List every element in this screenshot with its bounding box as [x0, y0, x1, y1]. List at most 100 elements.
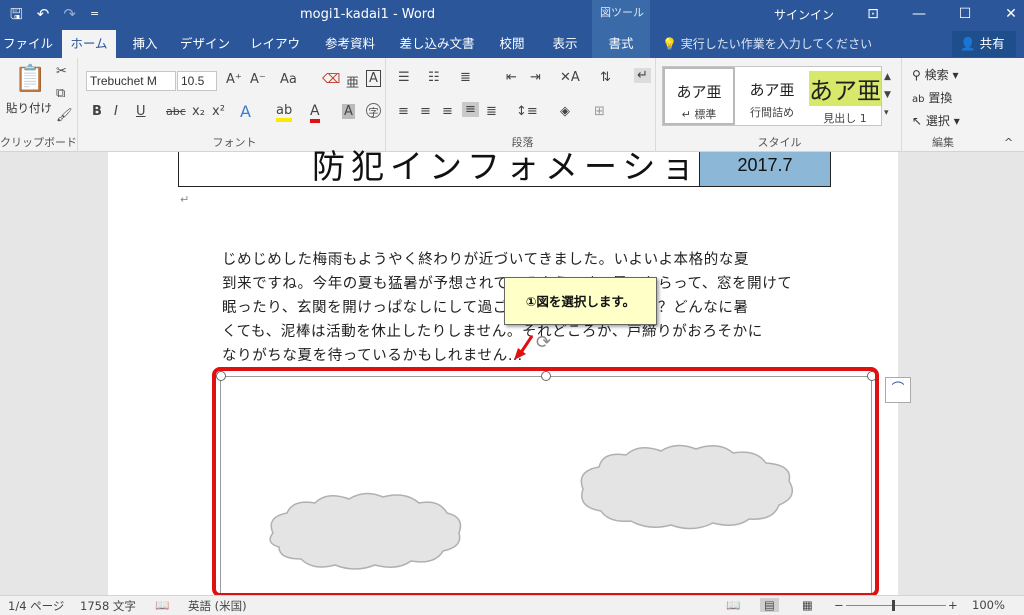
- zoom-slider-thumb[interactable]: [892, 600, 895, 611]
- tab-format[interactable]: 書式: [592, 30, 650, 58]
- read-mode-icon[interactable]: 📖: [726, 598, 740, 612]
- paste-label[interactable]: 貼り付け: [6, 100, 52, 116]
- zoom-in-icon[interactable]: +: [948, 598, 958, 612]
- minimize-icon[interactable]: —: [896, 3, 942, 25]
- collapse-ribbon-icon[interactable]: ^: [1004, 136, 1013, 149]
- character-border-icon[interactable]: A: [366, 70, 381, 87]
- align-center-icon[interactable]: ≡: [420, 104, 431, 119]
- decrease-indent-icon[interactable]: ⇤: [506, 70, 517, 85]
- find-button[interactable]: ⚲ 検索 ▾: [912, 66, 958, 83]
- bold-icon[interactable]: B: [92, 104, 102, 119]
- zoom-slider[interactable]: [846, 605, 946, 606]
- font-name-combo[interactable]: Trebuchet M: [86, 71, 176, 91]
- shrink-font-icon[interactable]: A⁻: [250, 72, 266, 87]
- language-indicator[interactable]: 英語 (米国): [188, 598, 247, 614]
- show-paragraph-marks-icon[interactable]: ↵: [634, 68, 651, 83]
- copy-icon[interactable]: ⧉: [56, 86, 65, 101]
- editing-group: ⚲ 検索 ▾ ab 置換 ↖ 選択 ▾ 編集: [904, 58, 982, 152]
- tab-home[interactable]: ホーム: [62, 30, 116, 58]
- font-size-combo[interactable]: 10.5: [177, 71, 217, 91]
- styles-group: あア亜 ↵ 標準 あア亜 行間詰め あア亜 見出し 1 ▲ ▼ ▾ スタイル: [658, 58, 902, 152]
- tab-references[interactable]: 参考資料: [318, 30, 382, 58]
- numbering-icon[interactable]: ☷: [428, 70, 440, 85]
- status-bar: 1/4 ページ 1758 文字 📖 英語 (米国) 📖 ▤ ▦ − + 100%: [0, 595, 1024, 615]
- tab-layout[interactable]: レイアウト: [244, 30, 306, 79]
- share-button[interactable]: 👤 共有: [952, 31, 1016, 57]
- align-right-icon[interactable]: ≡: [442, 104, 453, 119]
- superscript-icon[interactable]: x²: [212, 104, 225, 119]
- justify-icon[interactable]: ≡: [462, 102, 479, 117]
- strikethrough-icon[interactable]: abc: [166, 105, 186, 118]
- subscript-icon[interactable]: x₂: [192, 104, 205, 119]
- tab-design[interactable]: デザイン: [176, 30, 234, 58]
- maximize-icon[interactable]: ☐: [942, 3, 988, 25]
- print-layout-icon[interactable]: ▤: [760, 598, 779, 612]
- signin-link[interactable]: サインイン: [774, 6, 834, 23]
- tab-file[interactable]: ファイル: [0, 30, 56, 58]
- proofing-icon[interactable]: 📖: [155, 598, 169, 612]
- date-cell: 2017.7: [699, 152, 831, 187]
- borders-icon[interactable]: ⊞: [594, 104, 605, 119]
- format-painter-icon[interactable]: 🖌: [56, 108, 73, 123]
- select-button[interactable]: ↖ 選択 ▾: [912, 112, 960, 129]
- change-case-icon[interactable]: Aa: [280, 72, 297, 87]
- style-no-spacing[interactable]: あア亜 行間詰め: [736, 67, 808, 125]
- replace-button[interactable]: ab 置換: [912, 89, 952, 106]
- grow-font-icon[interactable]: A⁺: [226, 72, 242, 87]
- title-bar: 🖫 ↶ ↷ = mogi1-kadai1 - Word 図ツール サインイン ⊡…: [0, 0, 1024, 30]
- web-layout-icon[interactable]: ▦: [802, 598, 813, 612]
- enclose-characters-icon[interactable]: 字: [366, 103, 381, 119]
- zoom-out-icon[interactable]: −: [834, 598, 844, 612]
- ribbon-display-options-icon[interactable]: ⊡: [850, 3, 896, 25]
- picture-tools-context-label: 図ツール: [592, 0, 650, 30]
- bullets-icon[interactable]: ☰: [398, 70, 410, 85]
- character-shading-icon[interactable]: A: [342, 104, 355, 119]
- tell-me-search[interactable]: 💡 実行したい作業を入力してください: [662, 30, 872, 58]
- word-count[interactable]: 1758 文字: [80, 598, 136, 614]
- tab-review[interactable]: 校閲: [492, 30, 532, 58]
- shading-icon[interactable]: ◈: [560, 104, 570, 119]
- tab-mailings[interactable]: 差し込み文書: [394, 30, 480, 58]
- editing-group-label: 編集: [932, 136, 954, 149]
- align-left-icon[interactable]: ≡: [398, 104, 409, 119]
- styles-scroll-icon[interactable]: ▲ ▼ ▾: [884, 68, 891, 122]
- sort-icon[interactable]: ⇅: [600, 70, 611, 85]
- undo-icon[interactable]: ↶: [37, 4, 50, 24]
- layout-options-icon[interactable]: ⌒: [885, 377, 911, 403]
- distributed-icon[interactable]: ≣: [486, 104, 497, 119]
- window-title: mogi1-kadai1 - Word: [300, 7, 436, 22]
- text-effects-icon[interactable]: A: [240, 102, 251, 121]
- customize-qat-icon[interactable]: =: [90, 4, 99, 24]
- paragraph-group: ☰ ☷ ≣ ⇤ ⇥ ✕A ⇅ ↵ ≡ ≡ ≡ ≡ ≣ ↕≡ ◈ ⊞ 段落: [390, 58, 656, 152]
- phonetic-guide-icon[interactable]: 亜: [346, 72, 359, 91]
- instruction-callout: ①図を選択します。: [504, 277, 657, 325]
- close-icon[interactable]: ✕: [988, 3, 1024, 25]
- tell-me-placeholder: 実行したい作業を入力してください: [680, 37, 873, 51]
- zoom-level[interactable]: 100%: [972, 598, 1005, 612]
- paste-icon[interactable]: 📋: [14, 64, 46, 94]
- clear-formatting-icon[interactable]: ⌫: [322, 72, 340, 87]
- increase-indent-icon[interactable]: ⇥: [530, 70, 541, 85]
- red-arrow-icon: [514, 335, 534, 360]
- highlight-icon[interactable]: ab: [276, 103, 293, 122]
- style-heading1[interactable]: あア亜 見出し 1: [809, 67, 881, 125]
- body-line: じめじめした梅雨もようやく終わりが近づいてきました。いよいよ本格的な夏: [222, 252, 750, 268]
- asian-layout-icon[interactable]: ✕A: [560, 70, 580, 85]
- clipboard-group-label: クリップボード: [0, 136, 77, 149]
- save-icon[interactable]: 🖫: [10, 4, 23, 24]
- page-count[interactable]: 1/4 ページ: [8, 598, 64, 614]
- paragraph-mark-icon: ↵: [180, 193, 190, 206]
- redo-icon[interactable]: ↷: [63, 4, 76, 24]
- italic-icon[interactable]: I: [114, 104, 118, 119]
- style-normal[interactable]: あア亜 ↵ 標準: [663, 67, 735, 125]
- find-label: 検索: [924, 68, 949, 82]
- cut-icon[interactable]: ✂: [56, 64, 67, 79]
- font-color-icon[interactable]: A: [310, 103, 320, 123]
- pointer-icon: ↖: [912, 114, 923, 128]
- tab-insert[interactable]: 挿入: [124, 30, 166, 58]
- line-spacing-icon[interactable]: ↕≡: [516, 104, 538, 119]
- underline-icon[interactable]: U: [136, 104, 146, 119]
- multilevel-list-icon[interactable]: ≣: [460, 70, 471, 85]
- rotate-handle-icon[interactable]: ⟳: [536, 332, 551, 353]
- tab-view[interactable]: 表示: [544, 30, 586, 58]
